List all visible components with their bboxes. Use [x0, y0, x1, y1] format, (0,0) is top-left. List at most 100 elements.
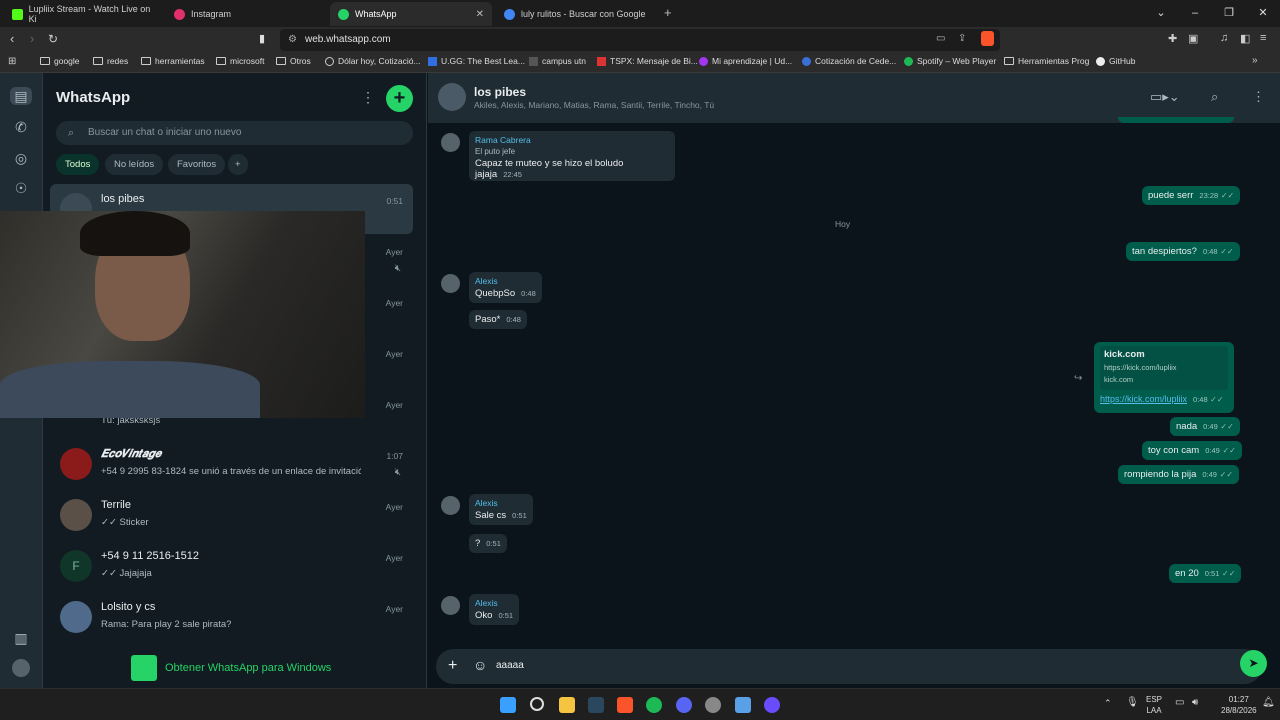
back-icon[interactable]: ‹: [10, 31, 14, 46]
tab-kick[interactable]: Lupliix Stream - Watch Live on Ki: [4, 2, 164, 26]
brave-icon[interactable]: [617, 697, 633, 713]
search-icon[interactable]: [530, 697, 544, 711]
steam-icon[interactable]: [588, 697, 604, 713]
reload-icon[interactable]: ↻: [48, 32, 58, 46]
clock[interactable]: 01:27 28/8/2026: [1221, 694, 1257, 716]
tray-overflow-icon[interactable]: ⌃: [1104, 698, 1112, 709]
notification-icon[interactable]: 🔔︎: [1262, 697, 1275, 708]
search-input[interactable]: ⌕ Buscar un chat o iniciar uno nuevo: [56, 121, 413, 145]
share-icon[interactable]: ⇪: [958, 33, 966, 44]
discord-icon[interactable]: [676, 697, 692, 713]
bookmark-redes[interactable]: redes: [93, 56, 128, 66]
message-bubble[interactable]: toy con cam 0:49 ✓✓: [1142, 441, 1242, 460]
language-indicator[interactable]: ESP LAA: [1146, 694, 1162, 716]
chat-item[interactable]: F +54 9 11 2516-1512 ✓✓ Jajajaja Ayer: [50, 541, 413, 591]
bookmark-herramientas[interactable]: herramientas: [141, 56, 205, 66]
message-bubble[interactable]: tan despiertos? 0:48 ✓✓: [1126, 242, 1240, 261]
tab-instagram[interactable]: Instagram: [166, 2, 326, 26]
chat-item[interactable]: Lolsito y cs Rama: Para play 2 sale pira…: [50, 592, 413, 642]
message-bubble[interactable]: ? 0:51: [469, 534, 507, 553]
channels-icon[interactable]: ☉: [12, 179, 30, 197]
bookmark-udemy[interactable]: Mi aprendizaje | Ud...: [699, 56, 792, 66]
bookmark-icon[interactable]: ▮: [259, 32, 265, 45]
tab-whatsapp[interactable]: WhatsApp ✕: [330, 2, 492, 26]
more-bookmarks-icon[interactable]: »: [1252, 55, 1258, 66]
new-tab-icon[interactable]: +: [664, 5, 672, 20]
chat-item[interactable]: 𝑬𝒄𝒐𝑽𝒊𝒏𝒕𝒂𝒈𝒆 +54 9 2995 83-1824 se unió a …: [50, 439, 413, 489]
obs-icon[interactable]: [705, 697, 721, 713]
bookmark-ugg[interactable]: U.GG: The Best Lea...: [428, 56, 525, 66]
assistant-icon[interactable]: [764, 697, 780, 713]
cast-icon[interactable]: ▭: [936, 33, 945, 44]
message-bubble[interactable]: Alexis QuebpSo 0:48: [469, 272, 542, 303]
bookmark-microsoft[interactable]: microsoft: [216, 56, 264, 66]
message-bubble[interactable]: Alexis Oko 0:51: [469, 594, 520, 625]
chat-item[interactable]: Terrile ✓✓ Sticker Ayer: [50, 490, 413, 540]
bookmark-cedears[interactable]: Cotización de Cede...: [802, 56, 896, 66]
filter-favoritos[interactable]: Favoritos: [168, 154, 226, 175]
site-info-icon[interactable]: ⚙: [288, 29, 297, 51]
attach-icon[interactable]: +: [448, 657, 457, 675]
kebab-menu-icon[interactable]: ⋮: [1252, 89, 1265, 105]
message-bubble[interactable]: Alexis Sale cs 0:51: [469, 494, 533, 525]
search-icon[interactable]: ⌕: [1211, 89, 1218, 105]
calls-icon[interactable]: ✆: [12, 118, 30, 136]
menu-icon[interactable]: ≡: [1260, 32, 1266, 44]
close-icon[interactable]: ✕: [476, 9, 484, 20]
bookmark-tspx[interactable]: TSPX: Mensaje de Bi...: [597, 56, 698, 66]
file-explorer-icon[interactable]: [559, 697, 575, 713]
video-call-icon[interactable]: ▭▸⌄: [1150, 89, 1180, 105]
maximize-icon[interactable]: ❐: [1212, 0, 1246, 27]
extensions-icon[interactable]: ✚: [1168, 32, 1177, 45]
bookmark-spotify[interactable]: Spotify – Web Player: [904, 56, 996, 66]
close-window-icon[interactable]: ✕: [1246, 0, 1280, 27]
message-link[interactable]: https://kick.com/lupliix: [1100, 394, 1187, 404]
new-chat-button[interactable]: +: [386, 85, 413, 112]
forward-icon[interactable]: ↪: [1074, 373, 1082, 384]
bookmark-dolar[interactable]: Dólar hoy, Cotizació...: [325, 56, 421, 66]
send-button[interactable]: ➤: [1240, 650, 1267, 677]
tab-list-icon[interactable]: ⌄: [1144, 0, 1178, 27]
conversation-header[interactable]: los pibes Akiles, Alexis, Mariano, Matia…: [428, 73, 1280, 123]
spotify-icon[interactable]: [646, 697, 662, 713]
kebab-menu-icon[interactable]: ⋮: [361, 89, 375, 106]
media-icon[interactable]: ♫: [1220, 32, 1228, 44]
message-bubble[interactable]: rompiendo la pija 0:49 ✓✓: [1118, 465, 1240, 484]
volume-icon[interactable]: 🔊︎: [1192, 697, 1198, 708]
sidebar-toggle-icon[interactable]: ◧: [1240, 32, 1250, 45]
network-icon[interactable]: ▭: [1175, 697, 1184, 708]
bookmark-campus[interactable]: campus utn: [529, 56, 586, 66]
app-title: WhatsApp: [56, 89, 131, 106]
start-icon[interactable]: [500, 697, 516, 713]
emoji-icon[interactable]: ☺: [473, 657, 487, 673]
add-filter-icon[interactable]: +: [228, 154, 248, 175]
link-preview-bubble[interactable]: kick.com https://kick.com/lupliix kick.c…: [1094, 342, 1234, 413]
bookmark-otros[interactable]: Otros: [276, 56, 311, 66]
status-icon[interactable]: ◎: [12, 149, 30, 167]
tab-google[interactable]: luly rulitos - Buscar con Google: [496, 2, 656, 26]
filter-todos[interactable]: Todos: [56, 154, 100, 175]
minimize-icon[interactable]: –: [1178, 0, 1212, 27]
message-input[interactable]: aaaaa: [496, 660, 524, 671]
apps-icon[interactable]: ⊞: [8, 56, 16, 67]
chats-icon[interactable]: ▤: [10, 87, 32, 105]
message-bubble[interactable]: nada 0:49 ✓✓: [1170, 417, 1240, 436]
brave-shield-icon[interactable]: [981, 31, 994, 46]
bookmark-github[interactable]: GitHub: [1096, 56, 1135, 66]
url-field[interactable]: ⚙ web.whatsapp.com: [280, 29, 1000, 51]
filter-no-leidos[interactable]: No leídos: [105, 154, 164, 175]
forward-icon[interactable]: ›: [30, 31, 34, 46]
message-bubble[interactable]: puede serr 23:28 ✓✓: [1142, 186, 1241, 205]
profile-avatar[interactable]: [12, 659, 30, 677]
mic-icon[interactable]: 🎙︎: [1126, 697, 1139, 708]
bookmark-google[interactable]: google: [40, 56, 80, 66]
message-bubble[interactable]: en 20 0:51 ✓✓: [1169, 564, 1242, 583]
group-avatar[interactable]: [438, 83, 466, 111]
message-bubble[interactable]: Rama Cabrera El puto jefe Capaz te muteo…: [469, 131, 675, 181]
get-whatsapp-windows-link[interactable]: Obtener WhatsApp para Windows: [131, 655, 331, 681]
media-gallery-icon[interactable]: ▥: [12, 629, 30, 647]
message-bubble[interactable]: Paso* 0:48: [469, 310, 527, 329]
bookmark-herramientas-prog[interactable]: Herramientas Prog: [1004, 56, 1089, 66]
wallet-icon[interactable]: ▣: [1188, 32, 1198, 45]
app-icon[interactable]: [735, 697, 751, 713]
